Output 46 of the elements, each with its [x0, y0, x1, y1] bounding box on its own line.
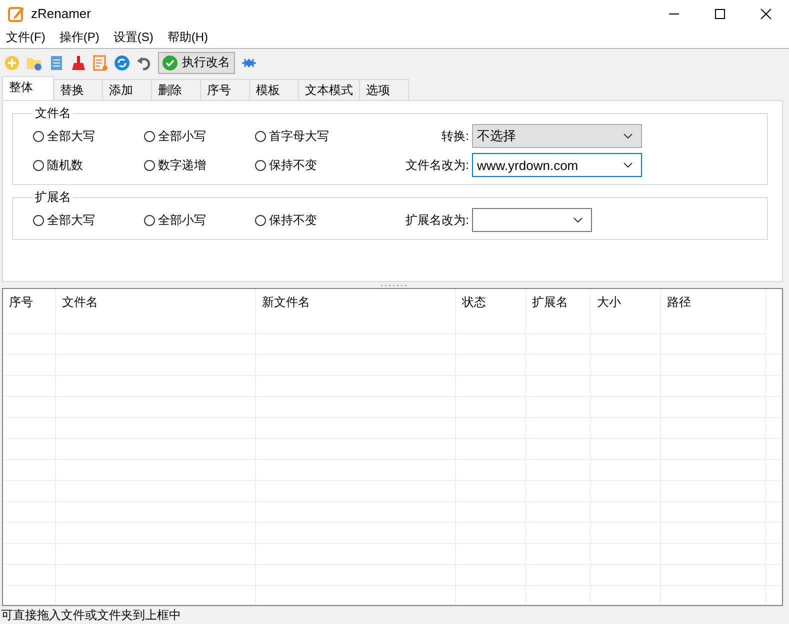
- radio-option[interactable]: 数字递增: [144, 156, 255, 174]
- field-label: 文件名改为:: [404, 156, 469, 174]
- chevron-down-icon: [573, 217, 583, 224]
- radio-option[interactable]: 全部大写: [33, 128, 144, 145]
- run-rename-button[interactable]: 执行改名: [158, 52, 235, 74]
- check-icon: [162, 54, 178, 71]
- radio-option[interactable]: 保持不变: [255, 212, 366, 229]
- column-header[interactable]: 大小: [591, 289, 661, 334]
- menu-item[interactable]: 帮助(H): [167, 29, 208, 46]
- maximize-icon[interactable]: [714, 8, 726, 20]
- menu-item[interactable]: 文件(F): [6, 29, 46, 46]
- undo-icon[interactable]: [136, 54, 152, 71]
- field-label: 转换:: [440, 128, 469, 145]
- list-icon[interactable]: [92, 54, 108, 71]
- radio-option[interactable]: 保持不变: [255, 156, 366, 174]
- dropdown-field[interactable]: 不选择: [472, 124, 642, 148]
- menu-item[interactable]: 设置(S): [113, 29, 154, 46]
- column-header[interactable]: 文件名: [56, 289, 256, 334]
- column-header[interactable]: 状态: [456, 289, 526, 334]
- group-title: 文件名: [34, 104, 72, 122]
- dropdown-field[interactable]: www.yrdown.com: [472, 153, 642, 178]
- radio-option[interactable]: 随机数: [33, 156, 144, 174]
- column-header[interactable]: 路径: [661, 289, 766, 334]
- radio-option[interactable]: 全部小写: [144, 212, 255, 229]
- radio-option[interactable]: 全部小写: [144, 128, 255, 145]
- close-icon[interactable]: [760, 8, 772, 20]
- field-label: 扩展名改为:: [404, 212, 469, 229]
- window-title: zRenamer: [31, 6, 91, 22]
- column-header[interactable]: 新文件名: [256, 289, 456, 334]
- column-header[interactable]: 扩展名: [526, 289, 591, 334]
- radio-option[interactable]: 全部大写: [33, 212, 144, 229]
- group-title: 扩展名: [34, 188, 72, 206]
- app-logo-icon: [7, 4, 25, 23]
- tab[interactable]: 选项: [359, 78, 409, 100]
- radio-option[interactable]: 首字母大写: [255, 128, 366, 145]
- broom-icon[interactable]: [70, 54, 86, 71]
- status-text: 可直接拖入文件或文件夹到上框中: [1, 608, 181, 622]
- document-icon[interactable]: [48, 54, 64, 71]
- chevron-down-icon: [623, 133, 633, 140]
- splitter-grip-icon[interactable]: [380, 284, 410, 287]
- chevron-down-icon: [623, 162, 633, 168]
- column-header[interactable]: 序号: [3, 289, 56, 334]
- dropdown-field[interactable]: [472, 208, 592, 232]
- tab[interactable]: 整体: [2, 76, 54, 100]
- menu-item[interactable]: 操作(P): [59, 29, 100, 46]
- refresh-icon[interactable]: [114, 54, 130, 71]
